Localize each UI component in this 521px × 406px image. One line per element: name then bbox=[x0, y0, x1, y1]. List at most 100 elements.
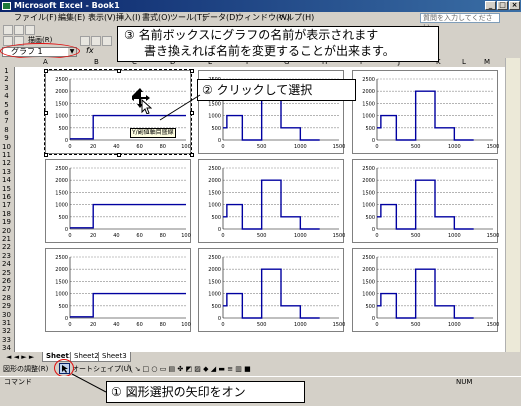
menu-tools[interactable]: ツール(T) bbox=[170, 12, 205, 24]
row-header[interactable]: 25 bbox=[0, 269, 13, 277]
save-icon[interactable] bbox=[25, 25, 35, 35]
x-tick-label: 500 bbox=[257, 144, 267, 150]
callout-namebox: ③ 名前ボックスにグラフの名前が表示されます 書き換えれば名前を変更することが出… bbox=[117, 26, 439, 62]
row-header[interactable]: 27 bbox=[0, 285, 13, 293]
row-header[interactable]: 16 bbox=[0, 193, 13, 201]
menu-help[interactable]: ヘルプ(H) bbox=[278, 12, 314, 24]
fx-icon[interactable]: fx bbox=[86, 46, 94, 55]
status-mode: コマンド bbox=[4, 378, 32, 386]
row-header[interactable]: 17 bbox=[0, 201, 13, 209]
menu-data[interactable]: データ(D) bbox=[202, 12, 238, 24]
x-tick-label: 500 bbox=[257, 233, 267, 239]
row-header[interactable]: 6 bbox=[0, 109, 13, 117]
autoshape-menu[interactable]: オートシェイプ(U) bbox=[72, 362, 132, 376]
y-tick-label: 1000 bbox=[55, 292, 68, 298]
selection-handle[interactable] bbox=[44, 153, 48, 157]
adjust-shape-menu[interactable]: 図形の調整(R) bbox=[3, 362, 48, 376]
row-header[interactable]: 5 bbox=[0, 101, 13, 109]
col-header[interactable]: A bbox=[43, 58, 48, 67]
open-icon[interactable] bbox=[14, 25, 24, 35]
row-header[interactable]: 26 bbox=[0, 277, 13, 285]
row-header[interactable]: 11 bbox=[0, 151, 13, 159]
undo-icon[interactable] bbox=[91, 36, 101, 46]
selection-handle[interactable] bbox=[190, 153, 194, 157]
col-header[interactable]: B bbox=[94, 58, 99, 67]
selection-handle[interactable] bbox=[44, 111, 48, 115]
x-tick-label: 80 bbox=[160, 322, 166, 328]
row-header[interactable]: 10 bbox=[0, 143, 13, 151]
selection-handle[interactable] bbox=[190, 69, 194, 73]
selection-handle[interactable] bbox=[117, 69, 121, 73]
row-header[interactable]: 7 bbox=[0, 117, 13, 125]
chart-object[interactable]: 05001000150020002500050010001500 bbox=[352, 248, 499, 332]
selection-handle[interactable] bbox=[117, 153, 121, 157]
row-header[interactable]: 1 bbox=[0, 67, 13, 75]
menu-format[interactable]: 書式(O) bbox=[142, 12, 171, 24]
row-header[interactable]: 22 bbox=[0, 243, 13, 251]
maximize-button[interactable]: □ bbox=[497, 1, 508, 10]
x-tick-label: 20 bbox=[90, 144, 96, 150]
selection-handle[interactable] bbox=[190, 111, 194, 115]
chart-object[interactable]: 05001000150020002500050010001500 bbox=[352, 159, 499, 243]
row-header[interactable]: 33 bbox=[0, 336, 13, 344]
row-header[interactable]: 34 bbox=[0, 344, 13, 352]
x-tick-label: 500 bbox=[411, 322, 421, 328]
redo-icon[interactable] bbox=[102, 36, 112, 46]
tab-sheet3[interactable]: Sheet3 bbox=[98, 352, 131, 362]
col-header[interactable]: L bbox=[462, 58, 466, 67]
chart-object[interactable]: 0 500 1000 1500 2000 2500 0 20 40 60 80 100 bbox=[45, 159, 191, 243]
selection-handle[interactable] bbox=[44, 69, 48, 73]
new-icon[interactable] bbox=[3, 25, 13, 35]
paste-icon[interactable] bbox=[80, 36, 90, 46]
callout-click-select: ② クリックして選択 bbox=[197, 79, 356, 101]
y-tick-label: 500 bbox=[211, 126, 221, 132]
chart-object[interactable]: 05001000150020002500050010001500 bbox=[352, 70, 499, 154]
row-header[interactable]: 20 bbox=[0, 227, 13, 235]
row-header[interactable]: 30 bbox=[0, 311, 13, 319]
chart-object[interactable]: 0 500 1000 1500 2000 2500 0 20 40 60 80 100 bbox=[45, 248, 191, 332]
row-header[interactable]: 2 bbox=[0, 75, 13, 83]
y-tick-label: 500 bbox=[211, 304, 221, 310]
row-header[interactable]: 9 bbox=[0, 134, 13, 142]
y-tick-label: 2000 bbox=[362, 89, 375, 95]
x-tick-label: 500 bbox=[411, 233, 421, 239]
row-header[interactable]: 28 bbox=[0, 294, 13, 302]
row-header[interactable]: 8 bbox=[0, 126, 13, 134]
row-header[interactable]: 23 bbox=[0, 252, 13, 260]
close-button[interactable]: × bbox=[509, 1, 520, 10]
x-tick-label: 20 bbox=[90, 233, 96, 239]
row-header[interactable]: 4 bbox=[0, 92, 13, 100]
y-tick-label: 2500 bbox=[208, 255, 221, 261]
y-tick-label: 2000 bbox=[55, 267, 68, 273]
menu-file[interactable]: ファイル(F) bbox=[14, 12, 57, 24]
row-header[interactable]: 31 bbox=[0, 319, 13, 327]
chart-object[interactable]: 05001000150020002500050010001500 bbox=[198, 248, 345, 332]
menu-insert[interactable]: 挿入(I) bbox=[116, 12, 141, 24]
vertical-scrollbar[interactable] bbox=[505, 58, 520, 352]
row-header[interactable]: 15 bbox=[0, 185, 13, 193]
row-header[interactable]: 19 bbox=[0, 218, 13, 226]
row-header[interactable]: 32 bbox=[0, 327, 13, 335]
chart-object[interactable]: 0 500 1000 1500 2000 2500 0 20 40 60 80 100 bbox=[44, 69, 194, 157]
menu-view[interactable]: 表示(V) bbox=[88, 12, 116, 24]
x-tick-label: 40 bbox=[113, 233, 119, 239]
row-header[interactable]: 14 bbox=[0, 176, 13, 184]
row-header[interactable]: 13 bbox=[0, 168, 13, 176]
x-tick-label: 60 bbox=[136, 144, 142, 150]
x-tick-label: 0 bbox=[68, 144, 71, 150]
minimize-button[interactable]: _ bbox=[485, 1, 496, 10]
row-header[interactable]: 18 bbox=[0, 210, 13, 218]
worksheet-grid[interactable]: 0 500 1000 1500 2000 2500 0 20 40 60 80 100 0 500 1000… bbox=[15, 67, 505, 352]
tab-nav-arrows-icon[interactable]: ◄ ◄ ► ► bbox=[6, 352, 34, 362]
row-header[interactable]: 24 bbox=[0, 260, 13, 268]
row-header[interactable]: 3 bbox=[0, 84, 13, 92]
help-search-input[interactable]: 質問を入力してください bbox=[420, 13, 500, 31]
row-header[interactable]: 29 bbox=[0, 302, 13, 310]
row-header[interactable]: 21 bbox=[0, 235, 13, 243]
y-tick-label: 2500 bbox=[362, 166, 375, 172]
drawing-tools-icon[interactable]: ╲ ↘ □ ○ ▭ ▤ ✤ ◩ ▨ ◆ ◢ ▬ ≡ ▥ ■ bbox=[128, 362, 251, 376]
row-header[interactable]: 12 bbox=[0, 159, 13, 167]
col-header[interactable]: M bbox=[484, 58, 490, 67]
menu-edit[interactable]: 編集(E) bbox=[58, 12, 85, 24]
chart-object[interactable]: 05001000150020002500050010001500 bbox=[198, 159, 345, 243]
